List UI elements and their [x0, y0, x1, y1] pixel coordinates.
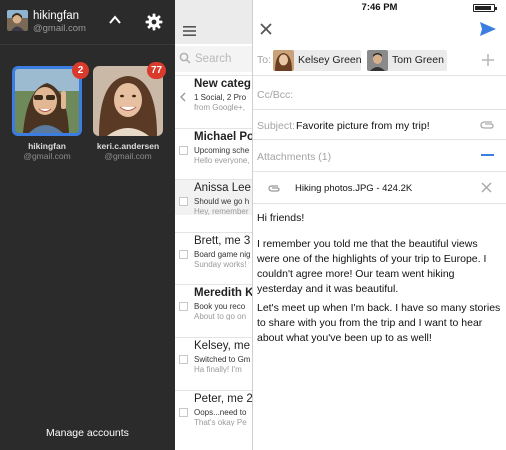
paperclip-icon	[268, 185, 280, 192]
account-card-email: @gmail.com	[104, 151, 152, 161]
attachments-row[interactable]: Attachments (1)	[253, 140, 506, 172]
list-item[interactable]: Anissa Lee Should we go h Hey, remember	[175, 179, 252, 215]
status-bar: 7:46 PM	[253, 0, 506, 14]
list-item[interactable]: Peter, me 2 Oops...need to That's okay P…	[175, 390, 253, 426]
preview-snippet: Hey, remember	[194, 207, 249, 215]
divider	[0, 44, 175, 45]
search-input[interactable]: Search	[195, 53, 231, 65]
subject-snippet: Board game nig	[194, 250, 251, 259]
account-card-keri[interactable]: 77 keri.c.andersen @gmail.com	[93, 62, 167, 161]
subject-snippet: Book you reco	[194, 302, 246, 311]
account-card-name: keri.c.andersen	[96, 141, 160, 151]
sender: Peter, me 2	[194, 393, 253, 405]
avatar	[7, 10, 28, 31]
select-checkbox[interactable]	[179, 355, 188, 364]
subject-snippet: Upcoming sche	[194, 146, 250, 155]
subject-row: Subject: Favorite picture from my trip!	[253, 110, 506, 140]
sender: Kelsey, me	[194, 340, 251, 352]
chevron-left-icon	[180, 92, 186, 102]
account-photo	[12, 66, 82, 136]
preview-snippet: Hello everyone,	[194, 156, 250, 164]
menu-icon[interactable]	[183, 26, 196, 36]
account-drawer: hikingfan @gmail.com 2 hikingfan @gmail.…	[0, 0, 175, 450]
search-icon	[179, 52, 191, 64]
compose-toolbar	[253, 14, 506, 46]
list-item[interactable]: Meredith K Book you reco About to go on	[175, 284, 253, 320]
collapse-icon[interactable]	[481, 154, 494, 156]
select-checkbox[interactable]	[179, 408, 188, 417]
recipient-chip[interactable]: Kelsey Green	[273, 50, 362, 71]
gear-icon[interactable]	[145, 13, 163, 31]
preview-snippet: Sunday works!	[194, 260, 247, 268]
send-icon[interactable]	[479, 21, 497, 37]
avatar	[273, 50, 294, 71]
list-item[interactable]: Kelsey, me Switched to Gm Ha finally! I'…	[175, 337, 252, 373]
account-name: hikingfan	[33, 10, 80, 22]
inbox-toolbar	[175, 0, 252, 44]
compose-screen: 7:46 PM To: Kelsey Green Tom Green Cc/Bc…	[253, 0, 506, 450]
status-time: 7:46 PM	[361, 2, 398, 13]
close-icon[interactable]	[259, 22, 273, 36]
select-checkbox[interactable]	[179, 197, 188, 206]
sender: New categ	[194, 78, 251, 90]
to-row: To: Kelsey Green Tom Green	[253, 46, 506, 76]
sender: Anissa Lee	[194, 182, 251, 194]
account-card-email: @gmail.com	[23, 151, 71, 161]
attachment-item[interactable]: Hiking photos.JPG - 424.2K	[253, 172, 506, 204]
cc-bcc-field[interactable]: Cc/Bcc:	[257, 89, 293, 101]
preview-snippet: Ha finally! I'm	[194, 365, 242, 373]
subject-snippet: Oops...need to	[194, 408, 247, 417]
to-label: To:	[257, 54, 272, 66]
body-paragraph[interactable]: I remember you told me that the beautifu…	[257, 237, 502, 297]
paperclip-icon[interactable]	[479, 118, 495, 130]
recipient-name: Tom Green	[392, 54, 444, 66]
manage-accounts-button[interactable]: Manage accounts	[0, 427, 175, 439]
unread-badge: 2	[72, 62, 89, 79]
cc-row[interactable]: Cc/Bcc:	[253, 76, 506, 110]
account-card-hikingfan[interactable]: 2 hikingfan @gmail.com	[12, 62, 89, 161]
select-checkbox[interactable]	[179, 250, 188, 259]
attachments-label: Attachments (1)	[257, 151, 332, 163]
subject-label: Subject:	[257, 120, 295, 132]
subject-field[interactable]: Favorite picture from my trip!	[296, 120, 430, 132]
body-paragraph[interactable]: Hi friends!	[257, 211, 502, 226]
preview-snippet: That's okay Pe	[194, 418, 247, 426]
unread-badge: 77	[147, 62, 167, 79]
subject-snippet: Switched to Gm	[194, 355, 251, 364]
subject-snippet: Should we go h	[194, 197, 250, 206]
attachment-name: Hiking photos.JPG - 424.2K	[295, 183, 413, 194]
list-item[interactable]: Brett, me 3 Board game nig Sunday works!	[175, 232, 252, 268]
body-paragraph[interactable]: Let's meet up when I'm back. I have so m…	[257, 301, 502, 346]
battery-icon	[473, 4, 497, 12]
add-recipient-icon[interactable]	[481, 53, 495, 67]
account-email: @gmail.com	[33, 23, 86, 34]
subject-snippet: 1 Social, 2 Pro	[194, 93, 247, 102]
drawer-header[interactable]: hikingfan @gmail.com	[0, 0, 175, 44]
recipient-name: Kelsey Green	[298, 54, 362, 66]
chevron-up-icon[interactable]	[108, 14, 122, 26]
list-item[interactable]: Michael Po Upcoming sche Hello everyone,	[175, 128, 253, 164]
inbox-list: Search New categ 1 Social, 2 Pro from Go…	[175, 0, 253, 450]
account-card-name: hikingfan	[28, 141, 66, 151]
sender: Brett, me 3	[194, 235, 251, 247]
select-checkbox[interactable]	[179, 146, 188, 155]
avatar	[367, 50, 388, 71]
preview-snippet: from Google+,	[194, 103, 245, 111]
sender: Meredith K	[194, 287, 253, 299]
remove-attachment-icon[interactable]	[481, 182, 492, 193]
preview-snippet: About to go on	[194, 312, 247, 320]
select-checkbox[interactable]	[179, 302, 188, 311]
search-bar[interactable]: Search	[175, 46, 252, 72]
recipient-chip[interactable]: Tom Green	[367, 50, 447, 71]
list-item[interactable]: New categ 1 Social, 2 Pro from Google+,	[175, 75, 252, 111]
sender: Michael Po	[194, 131, 253, 143]
